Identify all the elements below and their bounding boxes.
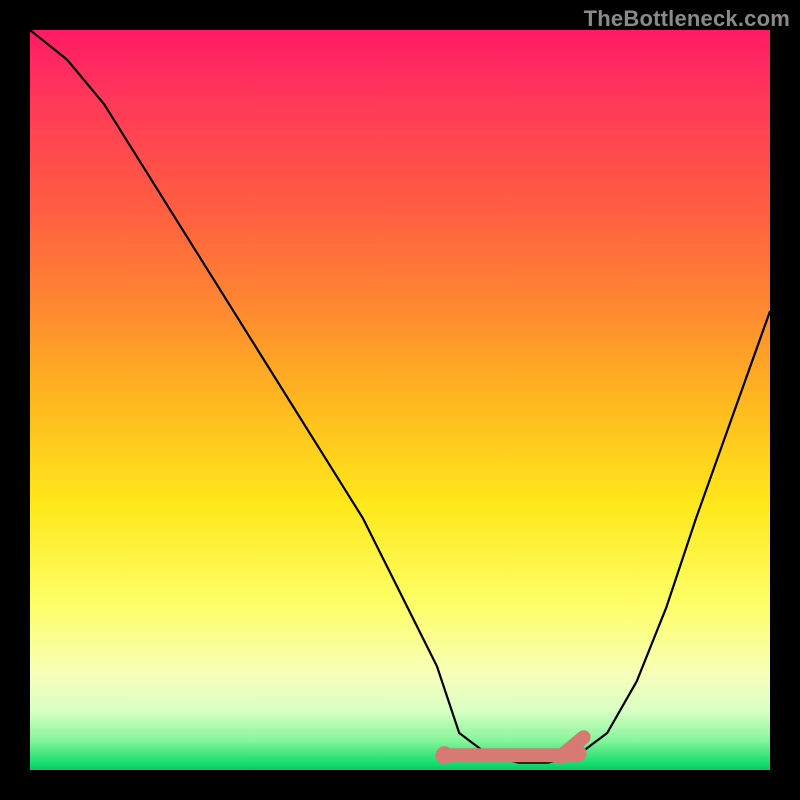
watermark-text: TheBottleneck.com [584,6,790,32]
plot-area [30,30,770,770]
optimal-range-marker [435,737,586,764]
bottleneck-curve [30,30,770,763]
chart-container: TheBottleneck.com [0,0,800,800]
chart-svg [30,30,770,770]
